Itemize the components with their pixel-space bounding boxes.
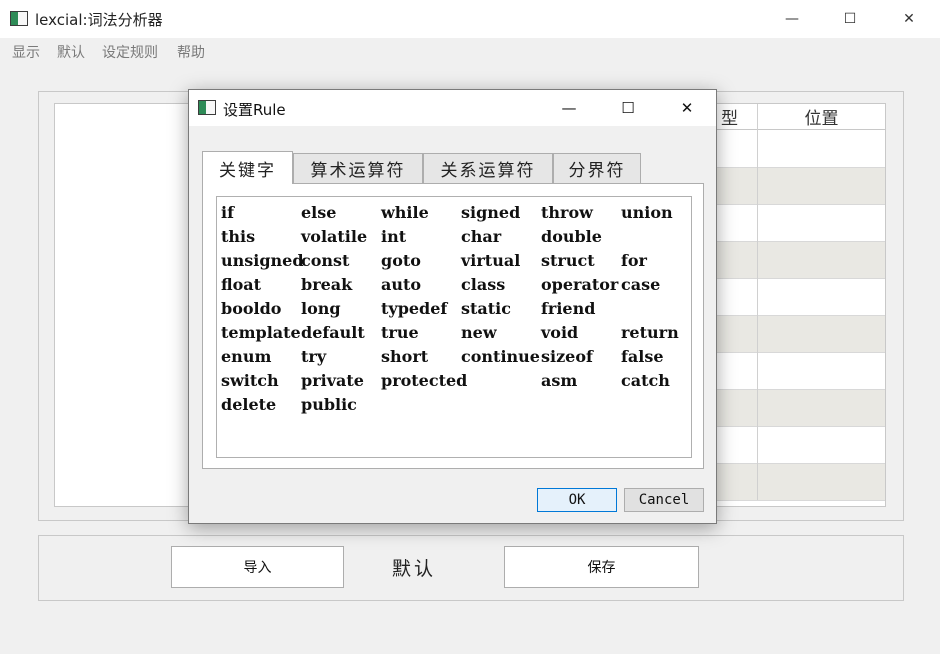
dialog-maximize-button[interactable]: ☐ — [599, 90, 657, 126]
keyword-item: for — [621, 251, 647, 270]
keyword-item: enum — [221, 347, 272, 366]
table-row[interactable] — [701, 464, 885, 501]
tab-keywords[interactable]: 关键字 — [202, 151, 293, 184]
keyword-item: return — [621, 323, 679, 342]
keyword-item: class — [461, 275, 506, 294]
keyword-item: catch — [621, 371, 670, 390]
keyword-item — [381, 394, 461, 418]
keyword-item: goto — [381, 251, 421, 270]
close-button[interactable]: ✕ — [880, 0, 938, 38]
keyword-item: signed — [461, 203, 521, 222]
keyword-item: this — [221, 227, 256, 246]
keyword-item: try — [301, 347, 327, 366]
table-row[interactable] — [701, 427, 885, 464]
maximize-button[interactable]: ☐ — [821, 0, 879, 38]
keyword-item: public — [301, 395, 357, 414]
dialog-titlebar: 设置Rule — ☐ ✕ — [189, 90, 716, 126]
keyword-item: throw — [541, 203, 593, 222]
keyword-item: break — [301, 275, 353, 294]
cancel-button[interactable]: Cancel — [624, 488, 704, 512]
keywords-tab-page: if else while signed throw union this volatile i… — [202, 183, 704, 469]
tab-delimiters[interactable]: 分界符 — [553, 153, 641, 183]
result-table[interactable]: 型 位置 — [700, 103, 886, 507]
keyword-item — [621, 226, 681, 250]
keyword-item: virtual — [461, 251, 521, 270]
table-row[interactable] — [701, 279, 885, 316]
source-text-area[interactable] — [54, 103, 204, 507]
table-row[interactable] — [701, 242, 885, 279]
keyword-item: sizeof — [541, 347, 593, 366]
keyword-item: true — [381, 323, 419, 342]
settings-dialog: 设置Rule — ☐ ✕ 关键字 算术运算符 关系运算符 分界符 if else w… — [188, 89, 717, 524]
keyword-item — [461, 370, 541, 394]
keyword-item: float — [221, 275, 262, 294]
save-button[interactable]: 保存 — [504, 546, 699, 588]
keyword-item: continue — [461, 347, 540, 366]
tab-relational-operators[interactable]: 关系运算符 — [423, 153, 553, 183]
dialog-minimize-button[interactable]: — — [540, 90, 598, 126]
bottom-panel — [38, 535, 904, 601]
main-titlebar: lexcial:词法分析器 — ☐ ✕ — [0, 0, 940, 38]
table-row[interactable] — [701, 131, 885, 168]
keyword-item: static — [461, 299, 511, 318]
keyword-item: template — [221, 323, 301, 342]
keyword-item — [461, 394, 541, 418]
menu-item-display[interactable]: 显示 — [12, 42, 40, 62]
keyword-item: volatile — [301, 227, 368, 246]
table-row[interactable] — [701, 316, 885, 353]
keyword-item: operator — [541, 275, 619, 294]
table-column-divider — [757, 104, 758, 500]
keyword-item: short — [381, 347, 429, 366]
import-button[interactable]: 导入 — [171, 546, 344, 588]
menu-item-set-rules[interactable]: 设定规则 — [102, 42, 158, 62]
table-row[interactable] — [701, 353, 885, 390]
keyword-item: protected — [381, 371, 468, 390]
keywords-text-area[interactable]: if else while signed throw union this volatile i… — [216, 196, 692, 458]
default-label: 默认 — [392, 558, 437, 580]
keyword-item: new — [461, 323, 497, 342]
keyword-item: union — [621, 203, 673, 222]
keyword-item: while — [381, 203, 429, 222]
tab-arithmetic-operators[interactable]: 算术运算符 — [293, 153, 423, 183]
keyword-item: char — [461, 227, 502, 246]
table-row[interactable] — [701, 390, 885, 427]
keyword-item — [541, 394, 621, 418]
keyword-item: if — [221, 203, 234, 222]
keyword-item: int — [381, 227, 407, 246]
keyword-item: delete — [221, 395, 277, 414]
keyword-item: case — [621, 275, 661, 294]
dialog-close-button[interactable]: ✕ — [658, 90, 716, 126]
keyword-item: unsigned — [221, 251, 304, 270]
keyword-item: switch — [221, 371, 279, 390]
table-row[interactable] — [701, 205, 885, 242]
keyword-item — [621, 298, 681, 322]
menu-item-default[interactable]: 默认 — [57, 42, 85, 62]
dialog-app-icon — [198, 100, 216, 115]
keyword-item: struct — [541, 251, 595, 270]
ok-button[interactable]: OK — [537, 488, 617, 512]
keyword-item: typedef — [381, 299, 448, 318]
app-icon — [10, 11, 28, 26]
table-row[interactable] — [701, 168, 885, 205]
keyword-item: friend — [541, 299, 596, 318]
keyword-item: private — [301, 371, 364, 390]
keyword-item — [621, 394, 681, 418]
keyword-item: void — [541, 323, 579, 342]
keyword-item: default — [301, 323, 365, 342]
dialog-title: 设置Rule — [223, 101, 286, 119]
table-header-position[interactable]: 位置 — [758, 104, 885, 130]
keyword-item: long — [301, 299, 341, 318]
keyword-item: const — [301, 251, 350, 270]
menu-item-help[interactable]: 帮助 — [177, 42, 205, 62]
keyword-item: asm — [541, 371, 578, 390]
keyword-item: else — [301, 203, 337, 222]
keywords-grid: if else while signed throw union this volatile i… — [221, 202, 681, 418]
keyword-item: booldo — [221, 299, 282, 318]
keyword-item: false — [621, 347, 664, 366]
keyword-item: auto — [381, 275, 422, 294]
menu-bar: 显示 默认 设定规则 帮助 — [0, 38, 940, 62]
keyword-item: double — [541, 227, 602, 246]
minimize-button[interactable]: — — [763, 0, 821, 38]
window-title: lexcial:词法分析器 — [35, 11, 163, 29]
